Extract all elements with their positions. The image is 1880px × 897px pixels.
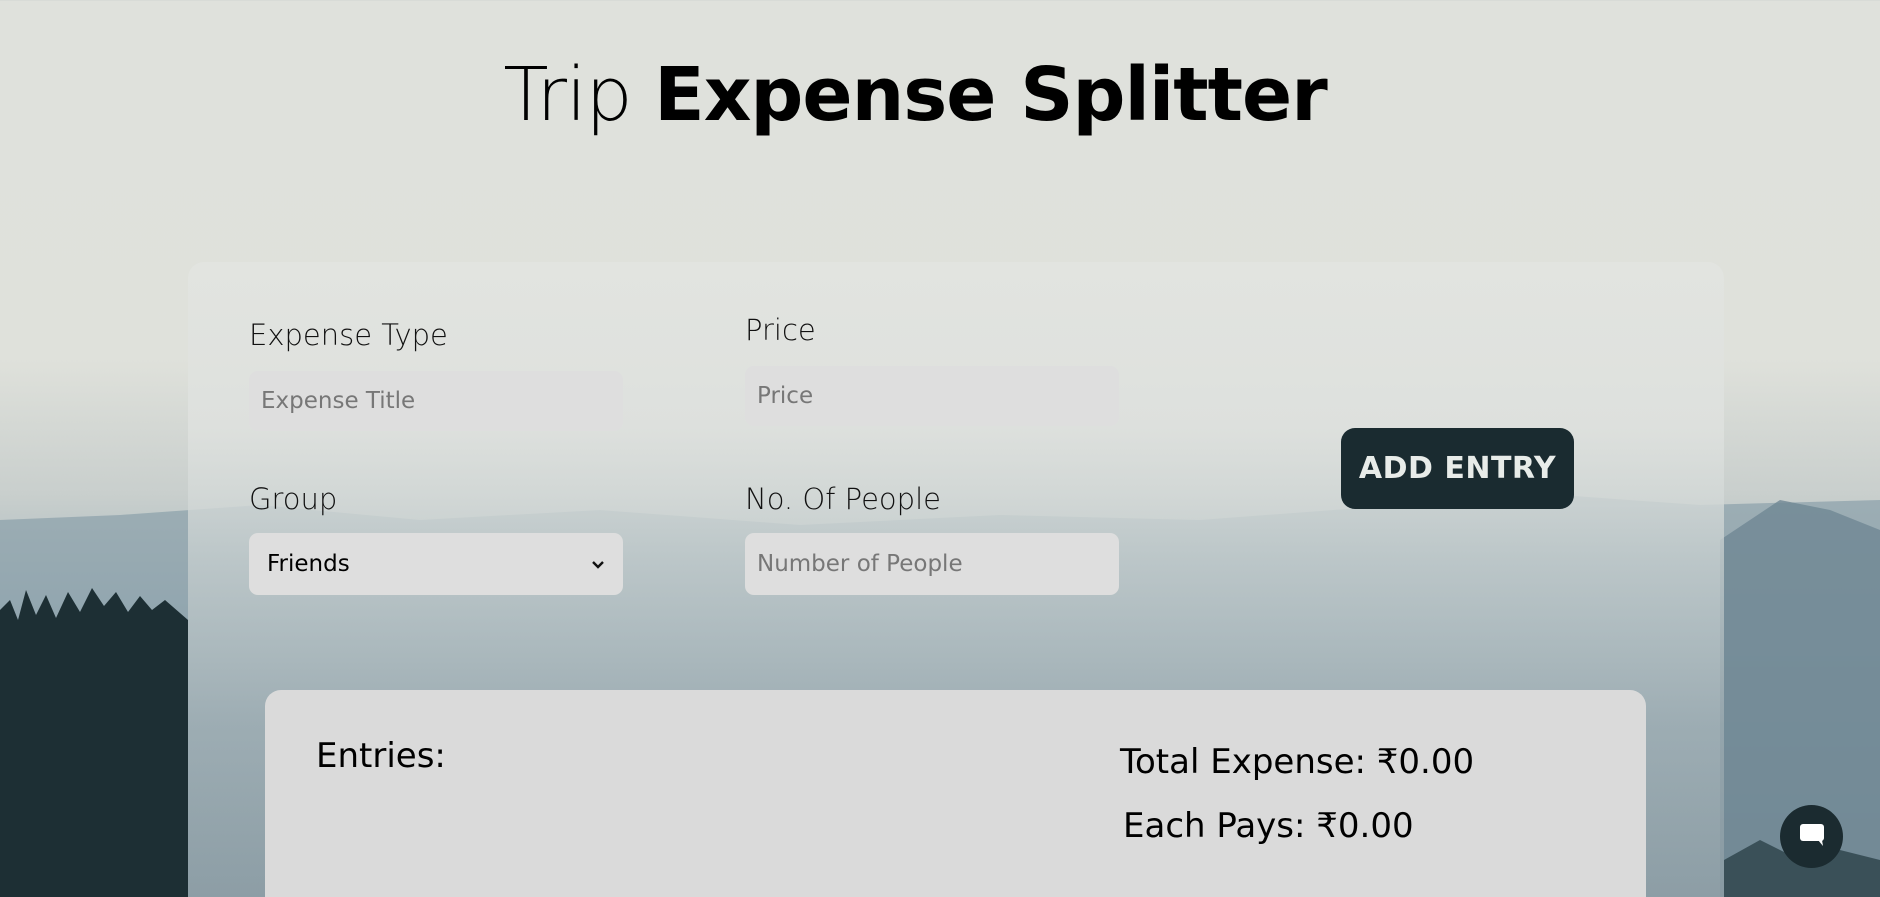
chat-icon	[1798, 822, 1826, 852]
total-expense: Total Expense: ₹0.00	[1120, 742, 1475, 782]
group-selected-value: Friends	[267, 551, 350, 577]
chevron-down-icon	[591, 554, 605, 575]
people-label: No. Of People	[745, 482, 941, 516]
entries-panel: Entries: Total Expense: ₹0.00 Each Pays:…	[265, 690, 1646, 897]
people-input[interactable]	[745, 533, 1119, 595]
chat-button[interactable]	[1780, 805, 1843, 868]
title-bold: Expense Splitter	[654, 52, 1328, 138]
expense-title-input[interactable]	[249, 371, 623, 431]
expense-type-label: Expense Type	[249, 318, 448, 352]
each-pays: Each Pays: ₹0.00	[1123, 806, 1414, 846]
title-light: Trip	[503, 52, 632, 138]
group-label: Group	[249, 482, 338, 516]
price-input[interactable]	[745, 366, 1119, 426]
page-title: Trip Expense Splitter	[0, 52, 1830, 138]
add-entry-button[interactable]: ADD ENTRY	[1341, 428, 1574, 509]
group-select[interactable]: Friends	[249, 533, 623, 595]
price-label: Price	[745, 313, 816, 347]
entries-title: Entries:	[316, 736, 446, 776]
